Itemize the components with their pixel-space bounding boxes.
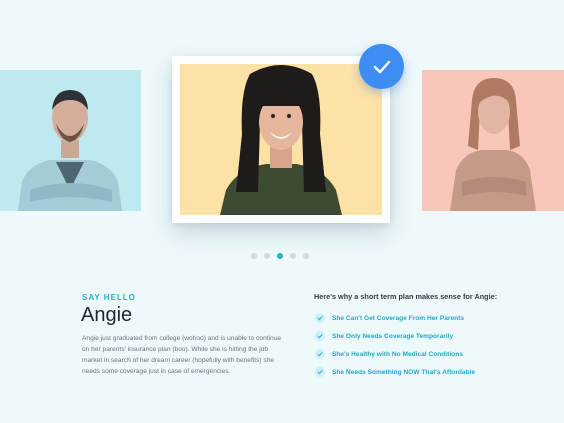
check-circle-icon bbox=[315, 367, 325, 377]
profile-bio: Angie just graduated from college (wohoo… bbox=[82, 335, 282, 375]
selected-person-card[interactable] bbox=[172, 56, 390, 223]
checkmark-icon bbox=[373, 60, 390, 73]
reason-label: She Needs Something NOW That's Affordabl… bbox=[332, 368, 476, 376]
profile-name: Angie bbox=[81, 304, 133, 326]
reason-label: She Can't Get Coverage From Her Parents bbox=[332, 314, 465, 322]
check-circle-icon bbox=[315, 331, 325, 341]
reasons-list: She Can't Get Coverage From Her Parents … bbox=[315, 309, 475, 381]
person-card-left[interactable] bbox=[0, 70, 141, 211]
selected-check-badge bbox=[359, 44, 404, 89]
woman-portrait-image bbox=[450, 78, 536, 211]
reasons-title: Here's why a short term plan makes sense… bbox=[314, 292, 498, 301]
pagination-dot[interactable] bbox=[290, 253, 296, 259]
reason-item: She Needs Something NOW That's Affordabl… bbox=[315, 363, 475, 381]
person-card-right[interactable] bbox=[422, 70, 564, 211]
man-portrait-image bbox=[18, 90, 122, 211]
reason-item: She Can't Get Coverage From Her Parents bbox=[315, 309, 475, 327]
check-circle-icon bbox=[315, 349, 325, 359]
woman-portrait-image bbox=[220, 65, 342, 215]
angie-photo bbox=[180, 64, 382, 215]
pagination-dot-active[interactable] bbox=[277, 253, 283, 259]
reason-item: She's Healthy with No Medical Conditions bbox=[315, 345, 475, 363]
reason-label: She Only Needs Coverage Temporarily bbox=[332, 332, 454, 340]
reason-item: She Only Needs Coverage Temporarily bbox=[315, 327, 475, 345]
pagination-dot[interactable] bbox=[264, 253, 270, 259]
profile-eyebrow: SAY HELLO bbox=[82, 293, 136, 302]
carousel-pagination bbox=[251, 253, 309, 259]
pagination-dot[interactable] bbox=[251, 253, 257, 259]
check-circle-icon bbox=[315, 313, 325, 323]
reason-label: She's Healthy with No Medical Conditions bbox=[332, 350, 463, 358]
pagination-dot[interactable] bbox=[303, 253, 309, 259]
